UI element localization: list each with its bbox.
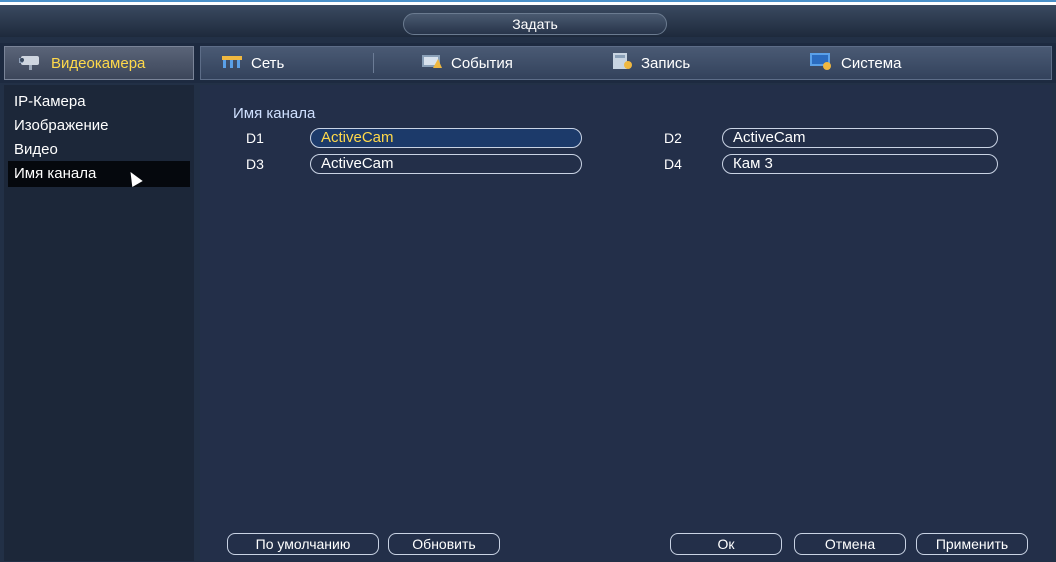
channel-name-input-d4[interactable]: Кам 3 [722, 154, 998, 174]
sidebar: IP-Камера Изображение Видео Имя канала [4, 85, 194, 561]
tab-system-label: Система [841, 54, 902, 72]
camera-icon [15, 51, 43, 76]
record-icon [611, 52, 633, 74]
channel-name-input-d1[interactable]: ActiveCam [310, 128, 582, 148]
sidebar-item-channel-name[interactable]: Имя канала [8, 161, 190, 188]
settings-window: Задать Видеокамера Сеть События Запись С… [0, 5, 1056, 562]
window-title: Задать [403, 13, 667, 35]
mouse-cursor-icon [125, 168, 143, 188]
tab-record-label: Запись [641, 54, 691, 72]
channel-name-input-d3[interactable]: ActiveCam [310, 154, 582, 174]
tab-system[interactable]: Система [809, 47, 901, 79]
sidebar-item-image[interactable]: Изображение [8, 113, 190, 139]
tab-events-label: События [451, 54, 513, 72]
channel-label-d2: D2 [664, 130, 682, 146]
channel-label-d3: D3 [246, 156, 264, 172]
tab-events[interactable]: События [421, 47, 513, 79]
main-panel: Имя канала D1 ActiveCam D2 ActiveCam D3 … [200, 85, 1052, 561]
sidebar-item-ip-camera[interactable]: IP-Камера [8, 89, 190, 115]
section-title: Имя канала [233, 105, 316, 122]
title-bar: Задать [0, 5, 1056, 37]
sidebar-item-video[interactable]: Видео [8, 137, 190, 163]
channel-label-d1: D1 [246, 130, 264, 146]
channel-label-d4: D4 [664, 156, 682, 172]
default-button[interactable]: По умолчанию [227, 533, 379, 555]
tab-record[interactable]: Запись [611, 47, 690, 79]
top-accent-line [0, 0, 1056, 2]
tab-strip: Сеть События Запись Система [200, 46, 1052, 80]
cancel-button[interactable]: Отмена [794, 533, 906, 555]
tab-camera-label: Видеокамера [51, 54, 146, 72]
ok-button[interactable]: Ок [670, 533, 782, 555]
refresh-button[interactable]: Обновить [388, 533, 500, 555]
main-tabs: Видеокамера Сеть События Запись Система [0, 43, 1056, 83]
apply-button[interactable]: Применить [916, 533, 1028, 555]
channel-name-input-d2[interactable]: ActiveCam [722, 128, 998, 148]
tab-separator [373, 53, 375, 73]
events-icon [421, 53, 443, 73]
network-icon [221, 53, 243, 73]
tab-network[interactable]: Сеть [221, 47, 375, 79]
system-icon [809, 52, 833, 74]
tab-camera[interactable]: Видеокамера [4, 46, 194, 80]
sidebar-item-label: Имя канала [14, 165, 97, 182]
tab-network-label: Сеть [251, 54, 285, 72]
